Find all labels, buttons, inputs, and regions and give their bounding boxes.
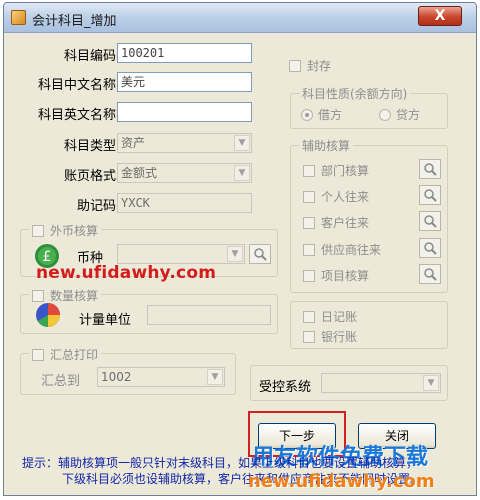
checkbox-icon	[303, 217, 315, 229]
credit-radio[interactable]: 贷方	[379, 106, 420, 123]
chevron-down-icon: ▼	[423, 375, 439, 391]
checkbox-icon	[303, 270, 315, 282]
checkbox-icon	[303, 244, 315, 256]
currency-select[interactable]: ▼	[117, 244, 245, 264]
bank-journal-label: 银行账	[321, 330, 358, 344]
search-icon	[424, 242, 437, 255]
aux-item-label: 部门核算	[321, 164, 370, 178]
summarize-to-value: 1002	[101, 370, 132, 384]
summary-print-title: 汇总打印	[50, 348, 99, 362]
foreign-currency-title: 外币核算	[50, 224, 99, 238]
summary-print-group: 汇总打印 汇总到 1002 ▼	[20, 346, 236, 395]
ledger-format-value: 金额式	[121, 166, 158, 180]
mnemonic-label: 助记码	[76, 199, 116, 214]
summary-print-checkbox[interactable]: 汇总打印	[29, 346, 102, 363]
checkbox-icon	[289, 60, 301, 72]
checkbox-icon	[32, 225, 44, 237]
code-input[interactable]: 100201	[117, 43, 252, 63]
aux-project-checkbox[interactable]: 项目核算	[303, 267, 369, 284]
quantity-icon	[33, 301, 63, 329]
aux-dept-lookup-button[interactable]	[419, 159, 441, 179]
checkbox-icon	[303, 165, 315, 177]
aux-accounting-group: 辅助核算 部门核算 个人往来 客户往来 供应商往来 项目核算	[290, 137, 448, 293]
search-icon	[424, 163, 437, 176]
journals-group: 日记账 银行账	[290, 301, 448, 349]
controlled-system-select[interactable]: ▼	[321, 373, 441, 393]
watermark-url-bottom: new.ufidawhy.com	[248, 471, 435, 492]
aux-customer-checkbox[interactable]: 客户往来	[303, 214, 369, 231]
aux-item-label: 供应商往来	[321, 243, 382, 257]
unit-input[interactable]	[147, 305, 271, 325]
radio-selected-icon	[301, 109, 313, 121]
radio-icon	[379, 109, 391, 121]
chevron-down-icon: ▼	[207, 369, 223, 385]
search-icon	[424, 189, 437, 202]
aux-project-lookup-button[interactable]	[419, 264, 441, 284]
chevron-down-icon: ▼	[227, 246, 243, 262]
type-select[interactable]: 资产 ▼	[117, 133, 252, 153]
checkbox-icon	[32, 349, 44, 361]
aux-customer-lookup-button[interactable]	[419, 211, 441, 231]
aux-supplier-lookup-button[interactable]	[419, 238, 441, 258]
en-name-input[interactable]	[117, 102, 252, 122]
credit-label: 贷方	[396, 108, 421, 122]
nature-title: 科目性质(余额方向)	[299, 85, 411, 102]
aux-accounting-title: 辅助核算	[299, 137, 354, 154]
search-icon	[424, 215, 437, 228]
checkbox-icon	[303, 331, 315, 343]
type-select-value: 资产	[121, 136, 146, 150]
daily-journal-checkbox[interactable]: 日记账	[303, 308, 357, 325]
chevron-down-icon: ▼	[234, 165, 250, 181]
dialog-window: 会计科目_增加 X 科目编码 100201 科目中文名称 美元 科目英文名称 科…	[3, 2, 477, 496]
quantity-group: 数量核算 计量单位	[20, 287, 278, 334]
ledger-format-label: 账页格式	[63, 169, 116, 184]
aux-personal-checkbox[interactable]: 个人往来	[303, 188, 369, 205]
debit-radio[interactable]: 借方	[301, 106, 342, 123]
en-name-label: 科目英文名称	[37, 108, 116, 123]
cn-name-label: 科目中文名称	[37, 78, 116, 93]
ledger-format-select[interactable]: 金额式 ▼	[117, 163, 252, 183]
foreign-currency-checkbox[interactable]: 外币核算	[29, 222, 102, 239]
controlled-system-label: 受控系统	[259, 380, 312, 395]
unit-label: 计量单位	[79, 313, 132, 328]
search-icon	[424, 268, 437, 281]
checkbox-icon	[303, 191, 315, 203]
aux-item-label: 客户往来	[321, 216, 370, 230]
chevron-down-icon: ▼	[234, 135, 250, 151]
dialog-body: 科目编码 100201 科目中文名称 美元 科目英文名称 科目类型 资产 ▼ 账…	[14, 37, 472, 493]
aux-personal-lookup-button[interactable]	[419, 185, 441, 205]
hint-line-1: 提示：辅助核算项一般只针对末级科目，如果上级科目也要设置辅助核算，	[22, 456, 419, 470]
daily-journal-label: 日记账	[321, 310, 358, 324]
summarize-to-label: 汇总到	[41, 374, 81, 389]
summarize-to-select[interactable]: 1002 ▼	[97, 367, 225, 387]
search-icon	[254, 248, 267, 261]
aux-supplier-checkbox[interactable]: 供应商往来	[303, 241, 381, 258]
mnemonic-input[interactable]: YXCK	[117, 193, 252, 213]
app-icon	[11, 10, 26, 25]
type-label: 科目类型	[63, 139, 116, 154]
debit-label: 借方	[318, 108, 343, 122]
window-title: 会计科目_增加	[32, 14, 117, 29]
checkbox-icon	[303, 311, 315, 323]
code-label: 科目编码	[63, 49, 116, 64]
bank-journal-checkbox[interactable]: 银行账	[303, 328, 357, 345]
aux-item-label: 项目核算	[321, 269, 370, 283]
watermark-url: new.ufidawhy.com	[36, 263, 217, 283]
title-bar[interactable]: 会计科目_增加 X	[4, 3, 476, 33]
aux-dept-checkbox[interactable]: 部门核算	[303, 162, 369, 179]
cn-name-input[interactable]: 美元	[117, 72, 252, 92]
controlled-system-group: 受控系统 ▼	[250, 365, 448, 401]
aux-item-label: 个人往来	[321, 190, 370, 204]
sealed-checkbox[interactable]: 封存	[289, 57, 331, 74]
window-close-button[interactable]: X	[418, 6, 462, 26]
currency-lookup-button[interactable]	[249, 244, 271, 264]
sealed-label: 封存	[307, 59, 332, 73]
nature-group: 科目性质(余额方向) 借方 贷方	[290, 85, 448, 129]
